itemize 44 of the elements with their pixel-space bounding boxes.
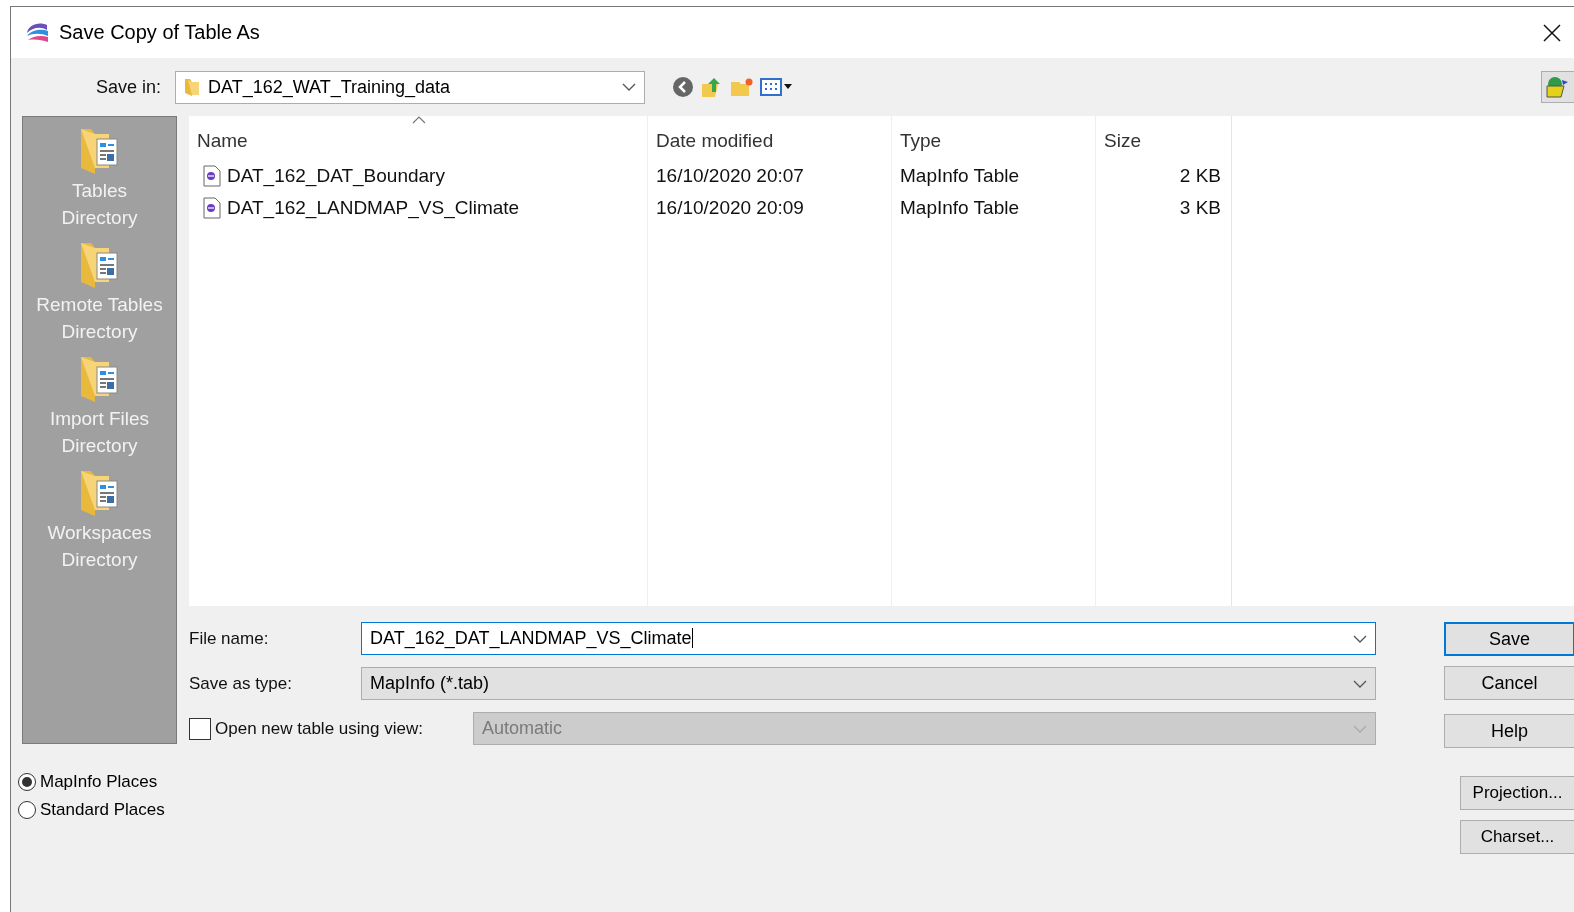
table-file-icon (203, 165, 221, 187)
dialog-button[interactable]: Projection... (1460, 776, 1574, 810)
window-title: Save Copy of Table As (59, 21, 261, 44)
view-dropdown: Automatic (473, 712, 1376, 745)
table-cell: 3 KB (1179, 197, 1221, 219)
table-cell[interactable]: DAT_162_LANDMAP_VS_Climate (227, 197, 520, 219)
chevron-down-icon (1353, 679, 1367, 688)
save-as-type-label: Save as type: (189, 673, 293, 694)
radio-label: MapInfo Places (40, 772, 158, 792)
radio-button[interactable] (18, 773, 36, 791)
checkbox-label: Open new table using view: (215, 718, 424, 739)
dialog-button[interactable]: Help (1444, 714, 1574, 748)
dialog-button[interactable]: Charset... (1460, 820, 1574, 854)
table-file-icon (203, 197, 221, 219)
table-cell: 16/10/2020 20:09 (656, 197, 804, 219)
dialog-button[interactable]: Cancel (1444, 666, 1574, 700)
file-name-field[interactable]: DAT_162_DAT_LANDMAP_VS_Climate (361, 622, 1376, 655)
table-cell[interactable]: DAT_162_DAT_Boundary (227, 165, 445, 187)
save-as-type-dropdown[interactable]: MapInfo (*.tab) (361, 667, 1376, 700)
app-logo-icon (25, 21, 49, 44)
table-cell: 16/10/2020 20:07 (656, 165, 804, 187)
new-folder-icon (730, 77, 754, 97)
dialog-button[interactable]: Save (1444, 622, 1574, 656)
back-icon (672, 76, 694, 98)
open-globe-folder-button[interactable] (1541, 71, 1574, 103)
column-header[interactable]: Name (197, 130, 248, 152)
view-grid-icon (760, 77, 792, 97)
save-in-dropdown[interactable]: DAT_162_WAT_Training_data (175, 70, 645, 104)
column-header[interactable]: Type (900, 130, 942, 152)
chevron-down-icon (1353, 634, 1367, 643)
file-name-label: File name: (189, 628, 270, 649)
column-header[interactable]: Size (1104, 130, 1141, 152)
globe-folder-icon (1546, 76, 1570, 98)
table-cell: 2 KB (1179, 165, 1221, 187)
column-header[interactable]: Date modified (656, 130, 774, 152)
folder-icon (184, 77, 200, 97)
table-cell: MapInfo Table (900, 197, 1019, 219)
close-icon (1543, 23, 1561, 42)
radio-label: Standard Places (40, 800, 165, 820)
chevron-down-icon (1353, 724, 1367, 733)
table-cell: MapInfo Table (900, 165, 1019, 187)
chevron-down-icon (622, 83, 636, 91)
radio-button[interactable] (18, 801, 36, 819)
save-in-label: Save in: (94, 76, 162, 98)
